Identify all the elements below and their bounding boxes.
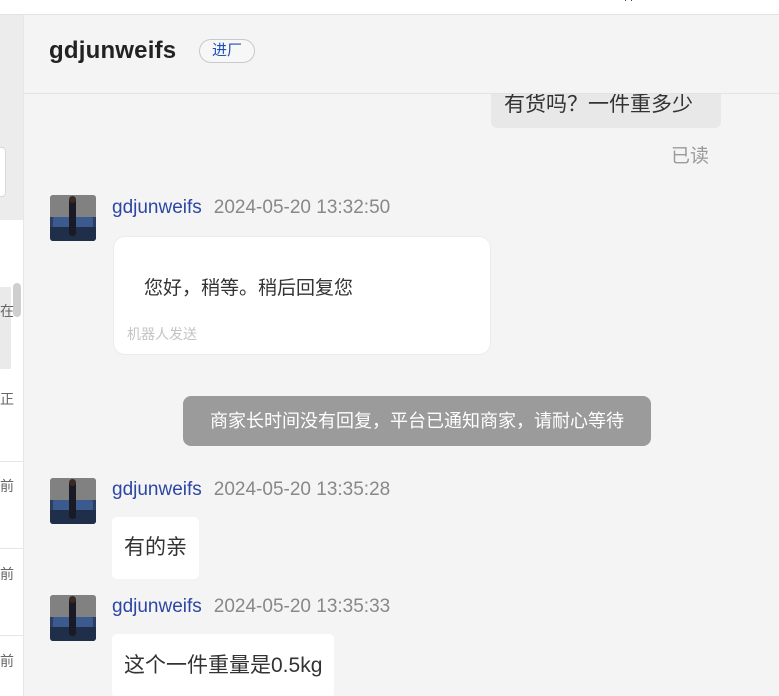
conversation-divider xyxy=(0,461,23,462)
message-list[interactable]: 有货吗？一件重多少 已读 gdjunweifs 2024-05-20 13:32:… xyxy=(24,94,779,696)
system-notice: 商家长时间没有回复，平台已通知商家，请耐心等待 xyxy=(183,396,651,446)
chat-header: gdjunweifs 进厂 xyxy=(24,15,779,94)
outgoing-message-text: 有货吗？一件重多少 xyxy=(504,94,693,116)
conversation-item-fragment: 前 xyxy=(0,566,14,582)
sender-avatar[interactable] xyxy=(50,195,96,241)
message-timestamp: 2024-05-20 13:35:28 xyxy=(213,479,391,500)
chat-contact-name: gdjunweifs xyxy=(49,37,177,64)
message-meta: gdjunweifs 2024-05-20 13:35:28 xyxy=(112,479,390,501)
message-text: 您好，稍等。稍后回复您 xyxy=(144,278,354,299)
sender-avatar[interactable] xyxy=(50,478,96,524)
avatar-head xyxy=(69,596,76,603)
sender-name: gdjunweifs xyxy=(112,479,202,500)
conversation-item-fragment: 正 xyxy=(0,391,14,407)
conversation-divider xyxy=(0,548,23,549)
sender-name: gdjunweifs xyxy=(112,596,202,617)
conversation-divider xyxy=(0,635,23,636)
robot-sent-note: 机器人发送 xyxy=(127,326,197,342)
avatar-person xyxy=(69,598,76,636)
top-strip xyxy=(0,0,779,15)
conversation-list-scrollbar[interactable] xyxy=(13,283,21,317)
avatar-person xyxy=(69,198,76,236)
contact-tag-badge[interactable]: 进厂 xyxy=(199,39,256,63)
avatar-head xyxy=(69,196,76,203)
conversation-item-fragment: 在 xyxy=(0,303,14,319)
conversation-item-active[interactable] xyxy=(0,287,11,369)
avatar-person xyxy=(69,481,76,519)
conversation-item-fragment: 前 xyxy=(0,478,14,494)
incoming-message-bubble: 有的亲 xyxy=(112,517,199,579)
conversation-item-fragment: 前 xyxy=(0,653,14,669)
outgoing-message-bubble: 有货吗？一件重多少 xyxy=(491,94,721,128)
avatar-head xyxy=(69,479,76,486)
incoming-message-bubble: 这个一件重量是0.5kg xyxy=(112,634,335,696)
incoming-message-card: 您好，稍等。稍后回复您 机器人发送 xyxy=(113,236,491,355)
conversation-list-panel: 在 正 前 前 前 xyxy=(0,15,24,696)
message-timestamp: 2024-05-20 13:32:50 xyxy=(213,197,391,218)
message-meta: gdjunweifs 2024-05-20 13:35:33 xyxy=(112,596,390,618)
message-meta: gdjunweifs 2024-05-20 13:32:50 xyxy=(112,197,390,219)
sender-name: gdjunweifs xyxy=(112,197,202,218)
conversation-search-input[interactable] xyxy=(0,147,6,197)
window-control-fragment[interactable] xyxy=(620,0,642,6)
message-timestamp: 2024-05-20 13:35:33 xyxy=(213,596,391,617)
read-status: 已读 xyxy=(670,146,709,167)
sender-avatar[interactable] xyxy=(50,595,96,641)
